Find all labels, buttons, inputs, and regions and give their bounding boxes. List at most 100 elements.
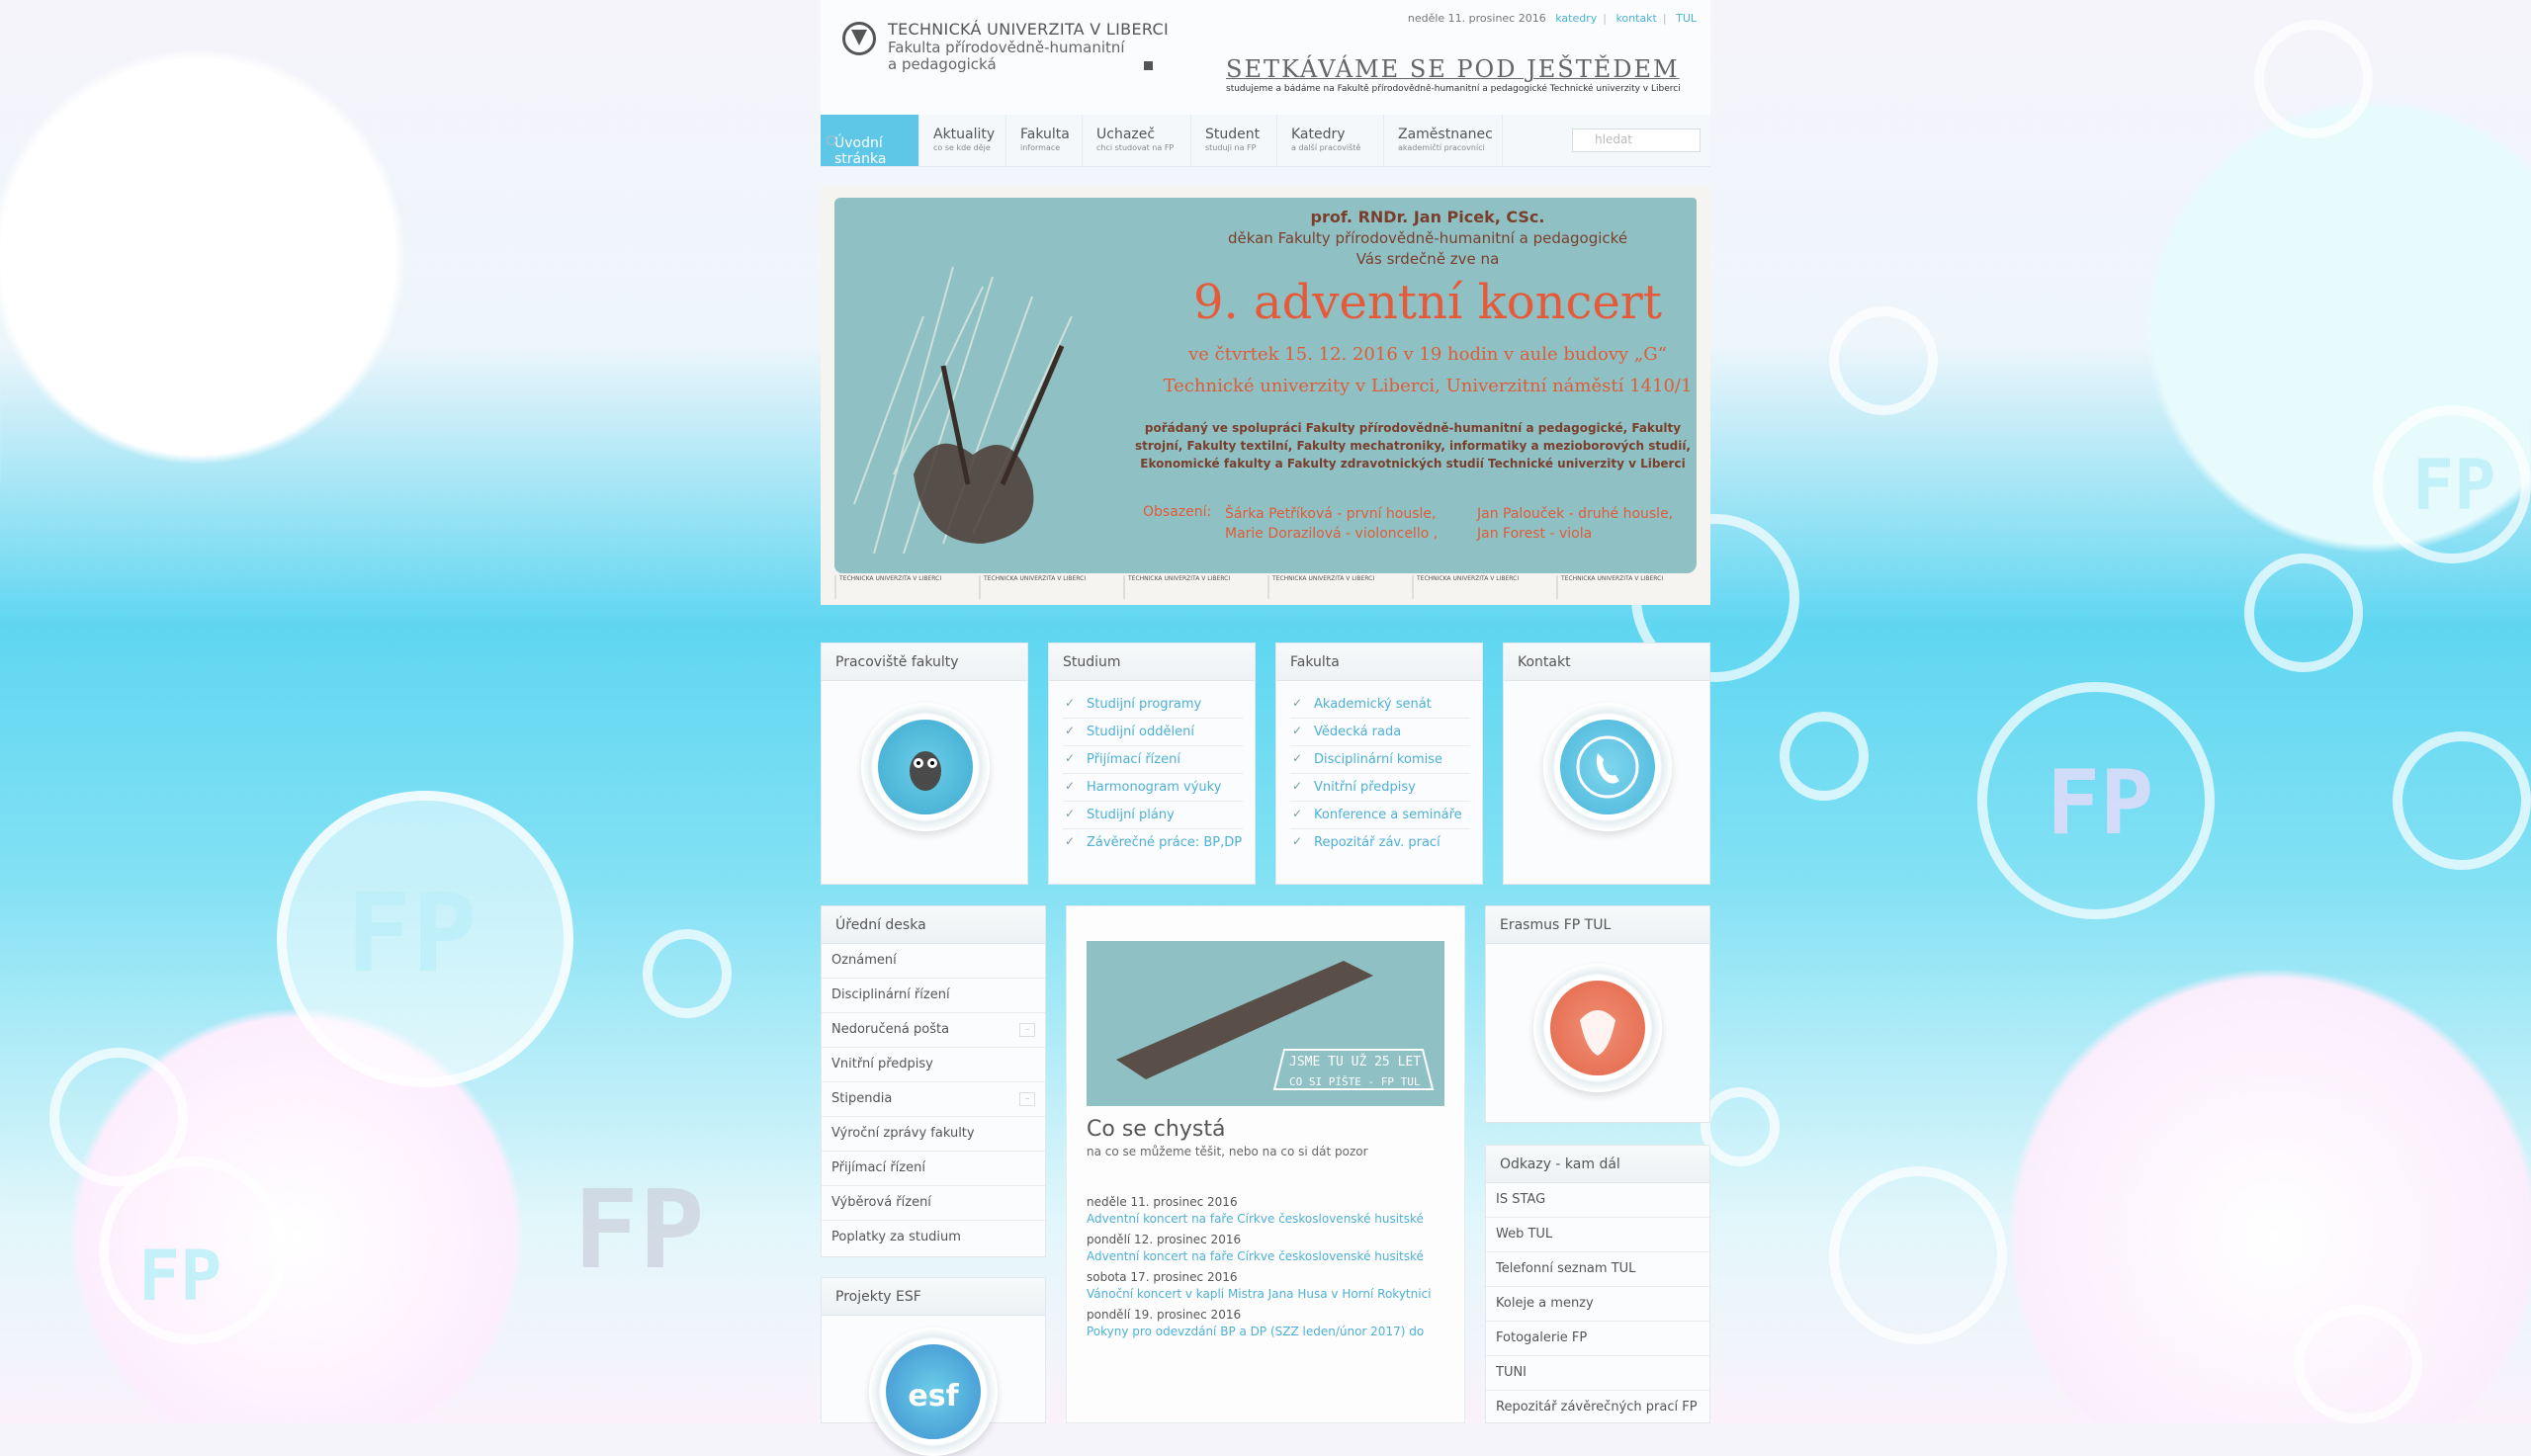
banner-organizers: pořádaný ve spolupráci Fakulty přírodově… xyxy=(1134,421,1691,471)
background-bubble xyxy=(2393,731,2531,870)
box-title: Erasmus FP TUL xyxy=(1486,906,1709,944)
box-title: Odkazy - kam dál xyxy=(1486,1146,1709,1183)
footer-logo: TECHNICKÁ UNIVERZITA V LIBERCI xyxy=(1556,575,1697,599)
search-icon[interactable] xyxy=(827,135,836,145)
list-item-label: Výroční zprávy fakulty xyxy=(831,1126,975,1141)
event-link[interactable]: Adventní koncert na faře Církve českoslo… xyxy=(1087,1246,1444,1266)
box-kontakt: Kontakt xyxy=(1503,642,1710,885)
list-item[interactable]: Telefonní seznam TUL xyxy=(1486,1252,1709,1287)
list-item[interactable]: Vnitřní předpisy xyxy=(1290,774,1470,802)
list-item[interactable]: Vědecká rada xyxy=(1290,719,1470,746)
nav-item-title: Zaměstnanec xyxy=(1398,127,1493,142)
kontakt-link[interactable] xyxy=(1543,703,1672,831)
expand-icon[interactable]: – xyxy=(1019,1092,1035,1106)
event-link[interactable]: Pokyny pro odevzdání BP a DP (SZZ leden/… xyxy=(1087,1322,1444,1341)
banner-invitation: Vás srdečně zve na xyxy=(1355,250,1500,268)
list-item[interactable]: Výběrová řízení xyxy=(822,1186,1045,1221)
background-fp-logo: FP xyxy=(346,870,478,996)
list-item-label: Vnitřní předpisy xyxy=(831,1057,933,1071)
link-kontakt[interactable]: kontakt xyxy=(1615,12,1656,25)
odkazy-list: IS STAG Web TUL Telefonní seznam TUL Kol… xyxy=(1486,1183,1709,1425)
box-title: Projekty ESF xyxy=(822,1278,1045,1316)
list-item[interactable]: Závěrečné práce: BP,DP xyxy=(1063,829,1243,856)
event-banner[interactable]: prof. RNDr. Jan Picek, CSc. děkan Fakult… xyxy=(821,186,1710,605)
background-fp-logo: FP xyxy=(138,1236,222,1317)
search-input[interactable]: hledat xyxy=(1572,128,1701,152)
nav-item-zamestnanec[interactable]: Zaměstnanec akademičtí pracovníci xyxy=(1384,115,1503,166)
list-item[interactable]: Repozitář záv. prací xyxy=(1290,829,1470,856)
list-item[interactable]: Nedoručená pošta – xyxy=(822,1013,1045,1048)
list-item[interactable]: Studijní plány xyxy=(1063,802,1243,829)
nav-item-katedry[interactable]: Katedry a další pracoviště xyxy=(1277,115,1384,166)
current-date: neděle 11. prosinec 2016 xyxy=(1407,12,1546,25)
nav-item-aktuality[interactable]: Aktuality co se kde děje xyxy=(919,115,1006,166)
list-item[interactable]: Harmonogram výuky xyxy=(1063,774,1243,802)
list-item[interactable]: Web TUL xyxy=(1486,1218,1709,1252)
expand-icon[interactable]: – xyxy=(1019,1023,1035,1037)
page-container: TECHNICKÁ UNIVERZITA V LIBERCI Fakulta p… xyxy=(821,0,1710,1456)
slogan-subtitle: studujeme a bádáme na Fakultě přírodověd… xyxy=(1226,84,1681,94)
list-item[interactable]: Přijímací řízení xyxy=(822,1152,1045,1186)
tul-logo-icon[interactable] xyxy=(842,22,876,55)
footer-logo: TECHNICKÁ UNIVERZITA V LIBERCI xyxy=(979,575,1119,599)
list-item[interactable]: Vnitřní předpisy xyxy=(822,1048,1045,1082)
news-image-text-1: JSME TU UŽ 25 LET xyxy=(1289,1054,1421,1070)
esf-link[interactable]: esf xyxy=(869,1328,998,1456)
list-item[interactable]: Přijímací řízení xyxy=(1063,746,1243,774)
list-item[interactable]: Fotogalerie FP xyxy=(1486,1322,1709,1356)
footer-logo: TECHNICKÁ UNIVERZITA V LIBERCI xyxy=(1123,575,1264,599)
background-bubble xyxy=(1780,712,1869,801)
link-tul[interactable]: TUL xyxy=(1676,12,1697,25)
fakulta-list: Akademický senát Vědecká rada Discipliná… xyxy=(1276,691,1482,856)
background-fp-logo: FP xyxy=(2047,751,2154,855)
event-link[interactable]: Adventní koncert na faře Církve českoslo… xyxy=(1087,1209,1444,1229)
nav-item-fakulta[interactable]: Fakulta informace xyxy=(1006,115,1083,166)
banner-datetime: ve čtvrtek 15. 12. 2016 v 19 hodin v aul… xyxy=(1188,344,1667,365)
list-item[interactable]: Stipendia – xyxy=(822,1082,1045,1117)
list-item[interactable]: IS STAG xyxy=(1486,1183,1709,1218)
news-title: Co se chystá xyxy=(1087,1117,1226,1142)
box-erasmus: Erasmus FP TUL xyxy=(1485,905,1710,1123)
esf-icon: esf xyxy=(886,1344,981,1439)
list-item[interactable]: Disciplinární komise xyxy=(1290,746,1470,774)
nav-item-subtitle: akademičtí pracovníci xyxy=(1398,143,1485,152)
violin-illustration-icon xyxy=(853,266,1073,555)
top-bar: neděle 11. prosinec 2016 katedry | kontak… xyxy=(1408,12,1697,25)
banner-dean-title: děkan Fakulty přírodovědně-humanitní a p… xyxy=(1227,229,1628,247)
list-item[interactable]: Akademický senát xyxy=(1290,691,1470,719)
news-subtitle: na co se můžeme těšit, nebo na co si dát… xyxy=(1087,1145,1368,1158)
background-bubble xyxy=(49,1048,188,1186)
university-name[interactable]: TECHNICKÁ UNIVERZITA V LIBERCI xyxy=(888,20,1169,39)
faculty-name[interactable]: Fakulta přírodovědně-humanitní a pedagog… xyxy=(888,40,1145,73)
list-item[interactable]: Repozitář závěrečných prací FP xyxy=(1486,1391,1709,1425)
link-katedry[interactable]: katedry xyxy=(1555,12,1597,25)
banner-footer-logos: TECHNICKÁ UNIVERZITA V LIBERCI TECHNICKÁ… xyxy=(834,575,1697,599)
event-link[interactable]: Vánoční koncert v kapli Mistra Jana Husa… xyxy=(1087,1284,1444,1304)
box-fakulta: Fakulta Akademický senát Vědecká rada Di… xyxy=(1275,642,1483,885)
list-item[interactable]: Disciplinární řízení xyxy=(822,979,1045,1013)
list-item[interactable]: Oznámení xyxy=(822,944,1045,979)
nav-item-uchazec[interactable]: Uchazeč chci studovat na FP xyxy=(1083,115,1191,166)
banner-cast-left: Šárka Petříková - první housle, Marie Do… xyxy=(1225,504,1438,544)
erasmus-icon xyxy=(1550,981,1645,1075)
list-item[interactable]: Studijní programy xyxy=(1063,691,1243,719)
background-bubble xyxy=(2373,405,2531,563)
footer-logo: TECHNICKÁ UNIVERZITA V LIBERCI xyxy=(834,575,975,599)
erasmus-link[interactable] xyxy=(1533,964,1662,1092)
list-item[interactable]: Poplatky za studium xyxy=(822,1221,1045,1255)
list-item[interactable]: Výroční zprávy fakulty xyxy=(822,1117,1045,1152)
list-item[interactable]: TUNI xyxy=(1486,1356,1709,1391)
background-bubble xyxy=(643,929,732,1018)
list-item[interactable]: Konference a semináře xyxy=(1290,802,1470,829)
studium-list: Studijní programy Studijní oddělení Přij… xyxy=(1049,691,1255,856)
list-item[interactable]: Koleje a menzy xyxy=(1486,1287,1709,1322)
nav-item-student[interactable]: Student studuji na FP xyxy=(1191,115,1277,166)
event-date: pondělí 19. prosinec 2016 xyxy=(1087,1308,1242,1322)
banner-cast-member: Jan Forest - viola xyxy=(1477,526,1593,542)
pracoviste-link[interactable] xyxy=(861,703,990,831)
list-item[interactable]: Studijní oddělení xyxy=(1063,719,1243,746)
news-image[interactable]: JSME TU UŽ 25 LET CO SI PÍŠTE - FP TUL xyxy=(1087,941,1444,1106)
list-item-label: Stipendia xyxy=(831,1091,893,1106)
box-title: Úřední deska xyxy=(822,906,1045,944)
box-uredni-deska: Úřední deska Oznámení Disciplinární říze… xyxy=(821,905,1046,1257)
